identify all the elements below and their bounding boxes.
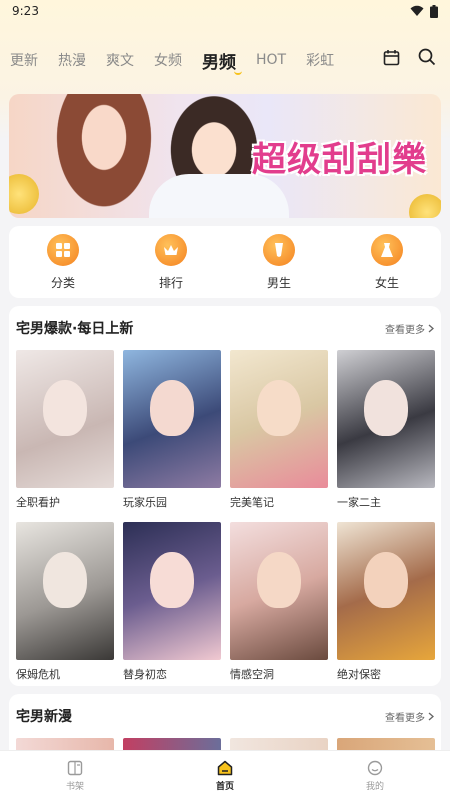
tab-female[interactable]: 女频 [154, 50, 182, 70]
tab-rainbow[interactable]: 彩虹 [306, 50, 334, 70]
shortcut-label: 男生 [266, 275, 291, 290]
battery-icon [430, 4, 438, 18]
comic-card[interactable]: 替身初恋 [123, 522, 221, 692]
comic-cover [230, 350, 328, 488]
shortcut-label: 排行 [158, 275, 183, 290]
more-link-label: 查看更多 [385, 324, 425, 336]
comic-cover [337, 522, 435, 660]
comic-cover-peek[interactable] [230, 738, 328, 750]
comic-title: 全职看护 [16, 496, 60, 509]
comic-title: 玩家乐园 [123, 496, 167, 509]
tab-novels[interactable]: 爽文 [106, 50, 134, 70]
cover-face [150, 552, 194, 608]
comic-cover [123, 350, 221, 488]
nav-profile[interactable]: 我的 [300, 751, 450, 800]
comic-title: 完美笔记 [230, 496, 274, 509]
comic-card[interactable]: 保姆危机 [16, 522, 114, 692]
section-title: 宅男爆款·每日上新 [16, 321, 134, 337]
nav-label: 我的 [365, 781, 384, 792]
cover-face [43, 380, 87, 436]
calendar-icon[interactable] [383, 49, 400, 66]
banner-title: 超级刮刮樂 [252, 140, 427, 180]
bottom-navigation: 书架 首页 我的 [0, 750, 450, 800]
comic-card[interactable]: 绝对保密 [337, 522, 435, 692]
tab-male[interactable]: 男频 [202, 48, 242, 75]
cover-face [364, 552, 408, 608]
section-title: 宅男新漫 [16, 709, 72, 725]
cover-face [257, 552, 301, 608]
comic-cover-peek[interactable] [337, 738, 435, 750]
comic-title: 替身初恋 [123, 668, 167, 681]
comic-cover [16, 522, 114, 660]
comic-cover [16, 350, 114, 488]
comic-title: 绝对保密 [337, 668, 381, 681]
active-tab-indicator [234, 67, 242, 75]
cover-face [150, 380, 194, 436]
chevron-right-icon [428, 324, 434, 332]
coin-decoration [409, 194, 441, 218]
more-link[interactable]: 查看更多 [385, 321, 434, 336]
comic-card[interactable]: 完美笔记 [230, 350, 328, 520]
male-icon [263, 233, 295, 266]
shortcut-label: 分类 [50, 275, 75, 290]
cover-face [43, 552, 87, 608]
comic-title: 一家二主 [337, 496, 381, 509]
nav-label: 书架 [65, 781, 84, 792]
banner-character-woman [49, 94, 159, 218]
shortcut-category[interactable]: 分类 [9, 226, 117, 298]
section-header: 宅男爆款·每日上新 查看更多 [9, 306, 441, 350]
comic-card[interactable]: 一家二主 [337, 350, 435, 520]
shortcut-female[interactable]: 女生 [333, 226, 441, 298]
more-link[interactable]: 查看更多 [385, 709, 434, 724]
cover-face [257, 380, 301, 436]
more-link-label: 查看更多 [385, 712, 425, 724]
header-actions [383, 48, 436, 66]
shortcut-ranking[interactable]: 排行 [117, 226, 225, 298]
comic-title: 保姆危机 [16, 668, 60, 681]
tab-male-label: 男频 [202, 52, 236, 73]
tab-hot-comics[interactable]: 热漫 [58, 50, 86, 70]
wifi-icon [410, 5, 424, 16]
comic-cover-peek[interactable] [123, 738, 221, 750]
comic-cover [337, 350, 435, 488]
comic-grid: 全职看护 玩家乐园 完美笔记 一家二主 保姆危机 替身初恋 情感空洞 绝对保密 [9, 350, 441, 692]
comic-card[interactable]: 全职看护 [16, 350, 114, 520]
category-shortcuts: 分类 排行 男生 女生 [9, 226, 441, 298]
tab-update[interactable]: 更新 [10, 50, 38, 70]
female-icon [371, 233, 403, 266]
nav-label: 首页 [215, 781, 234, 792]
shortcut-label: 女生 [374, 275, 399, 290]
status-bar: 9:23 [0, 0, 450, 22]
section-header: 宅男新漫 查看更多 [9, 694, 441, 738]
section-hot-daily: 宅男爆款·每日上新 查看更多 全职看护 玩家乐园 完美笔记 一家二主 保姆危机 … [9, 306, 441, 686]
comic-card[interactable]: 情感空洞 [230, 522, 328, 692]
status-time: 9:23 [12, 4, 39, 18]
bookshelf-icon [67, 760, 83, 775]
shortcut-male[interactable]: 男生 [225, 226, 333, 298]
promo-banner[interactable]: 超级刮刮樂 [9, 94, 441, 218]
chevron-right-icon [428, 712, 434, 720]
grid-icon [47, 233, 79, 266]
search-icon[interactable] [418, 48, 436, 66]
cover-face [364, 380, 408, 436]
home-icon [217, 760, 233, 775]
comic-card[interactable]: 玩家乐园 [123, 350, 221, 520]
nav-bookshelf[interactable]: 书架 [0, 751, 150, 800]
comic-cover [123, 522, 221, 660]
smiley-icon [367, 760, 383, 775]
coin-decoration [9, 174, 39, 214]
crown-icon [155, 233, 187, 266]
nav-home[interactable]: 首页 [150, 751, 300, 800]
comic-cover-peek[interactable] [16, 738, 114, 750]
comic-title: 情感空洞 [230, 668, 274, 681]
tab-hot[interactable]: HOT [256, 52, 286, 68]
comic-cover [230, 522, 328, 660]
